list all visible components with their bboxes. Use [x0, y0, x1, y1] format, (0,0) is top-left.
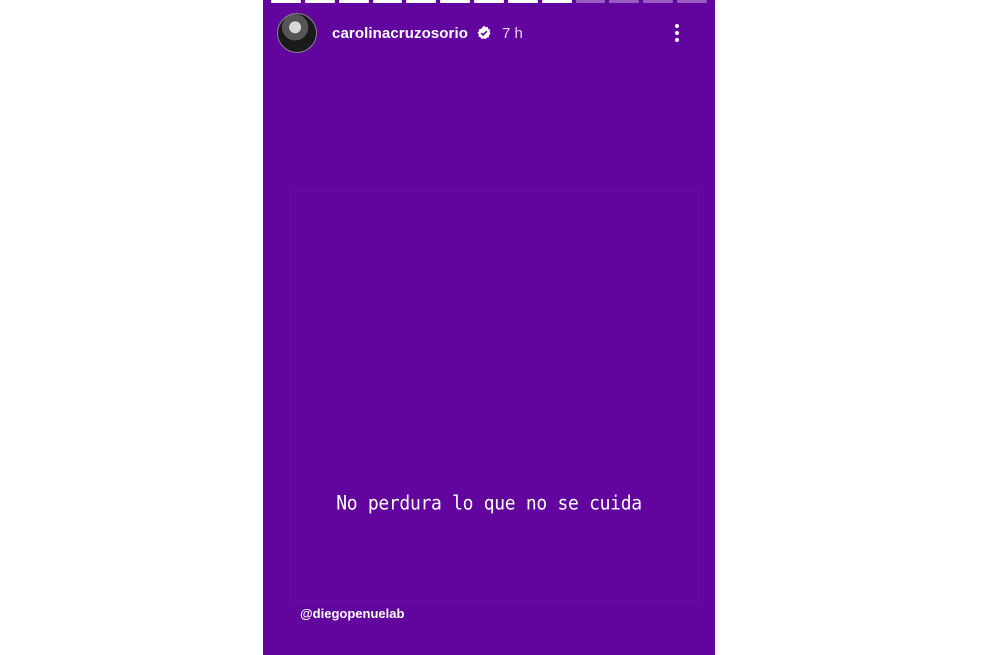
progress-segment — [271, 0, 301, 3]
progress-segment — [440, 0, 471, 3]
more-options-icon[interactable] — [667, 21, 687, 45]
dot — [675, 31, 679, 35]
story-progress-bar — [271, 0, 707, 3]
progress-segment — [541, 0, 572, 3]
dot — [675, 24, 679, 28]
story-quote-text: No perdura lo que no se cuida — [336, 491, 642, 516]
progress-segment — [609, 0, 640, 3]
username[interactable]: carolinacruzosorio — [332, 25, 468, 42]
story-content-frame — [290, 190, 699, 602]
avatar[interactable] — [277, 13, 317, 53]
progress-segment — [575, 0, 606, 3]
progress-segment — [304, 0, 335, 3]
progress-segment — [507, 0, 538, 3]
dot — [675, 38, 679, 42]
progress-segment — [474, 0, 504, 3]
verified-badge-icon — [476, 25, 492, 41]
story-viewer[interactable]: carolinacruzosorio 7 h No perdura lo que… — [263, 0, 715, 655]
progress-segment — [372, 0, 403, 3]
mention-tag[interactable]: @diegopenuelab — [300, 606, 404, 621]
post-time: 7 h — [502, 24, 523, 42]
progress-segment — [677, 0, 707, 3]
progress-segment — [338, 0, 369, 3]
progress-segment — [643, 0, 674, 3]
story-header: carolinacruzosorio 7 h — [277, 12, 701, 54]
progress-segment — [406, 0, 437, 3]
